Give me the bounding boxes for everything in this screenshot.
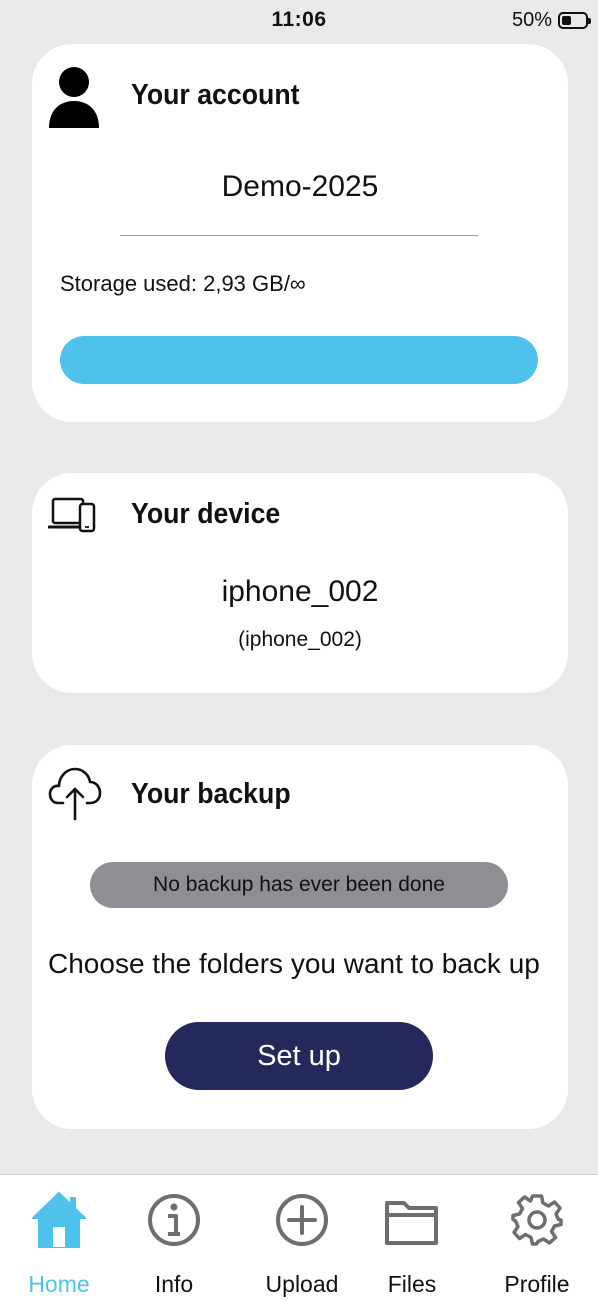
tab-label: Home [28, 1271, 90, 1297]
backup-hint: Choose the folders you want to back up [48, 948, 540, 979]
account-title: Your account [131, 79, 300, 111]
storage-progress-bar [60, 336, 538, 384]
devices-icon [48, 497, 96, 533]
storage-progress-fill [60, 336, 538, 384]
person-icon [49, 67, 99, 128]
gear-icon [511, 1194, 563, 1246]
backup-card: Your backup No backup has ever been done… [32, 745, 568, 1129]
tab-files[interactable]: Files [357, 1187, 467, 1297]
tab-bar: Home Info Upload Files Profile [0, 1174, 598, 1301]
battery-indicator: 50% [511, 9, 591, 32]
device-name: iphone_002 [221, 575, 379, 608]
tab-profile[interactable]: Profile [482, 1187, 592, 1297]
battery-percent: 50% [511, 9, 552, 31]
divider [120, 235, 478, 236]
tab-label: Profile [504, 1271, 570, 1297]
cloud-upload-icon [48, 767, 102, 821]
plus-circle-icon [276, 1194, 328, 1246]
setup-button[interactable]: Set up [165, 1022, 433, 1090]
tab-label: Info [154, 1271, 194, 1297]
backup-status-badge: No backup has ever been done [90, 862, 508, 908]
backup-title: Your backup [131, 778, 291, 810]
battery-icon [558, 12, 591, 29]
tab-upload[interactable]: Upload [247, 1187, 357, 1297]
home-icon [32, 1192, 86, 1248]
device-card: Your device iphone_002 (iphone_002) [32, 473, 568, 693]
account-name: Demo-2025 [221, 170, 379, 203]
device-title: Your device [131, 498, 281, 530]
account-card: Your account Demo-2025 Storage used: 2,9… [32, 44, 568, 422]
tab-label: Files [387, 1271, 437, 1297]
storage-label: Storage used: 2,93 GB/∞ [60, 271, 306, 296]
status-bar: 11:06 50% [0, 0, 598, 40]
battery-fill [562, 16, 571, 25]
folder-icon [385, 1201, 438, 1245]
status-time: 11:06 [271, 8, 327, 31]
info-icon [148, 1194, 200, 1246]
tab-info[interactable]: Info [119, 1187, 229, 1297]
tab-label: Upload [265, 1271, 339, 1297]
tab-home[interactable]: Home [4, 1187, 114, 1297]
device-subtitle: (iphone_002) [238, 628, 362, 651]
